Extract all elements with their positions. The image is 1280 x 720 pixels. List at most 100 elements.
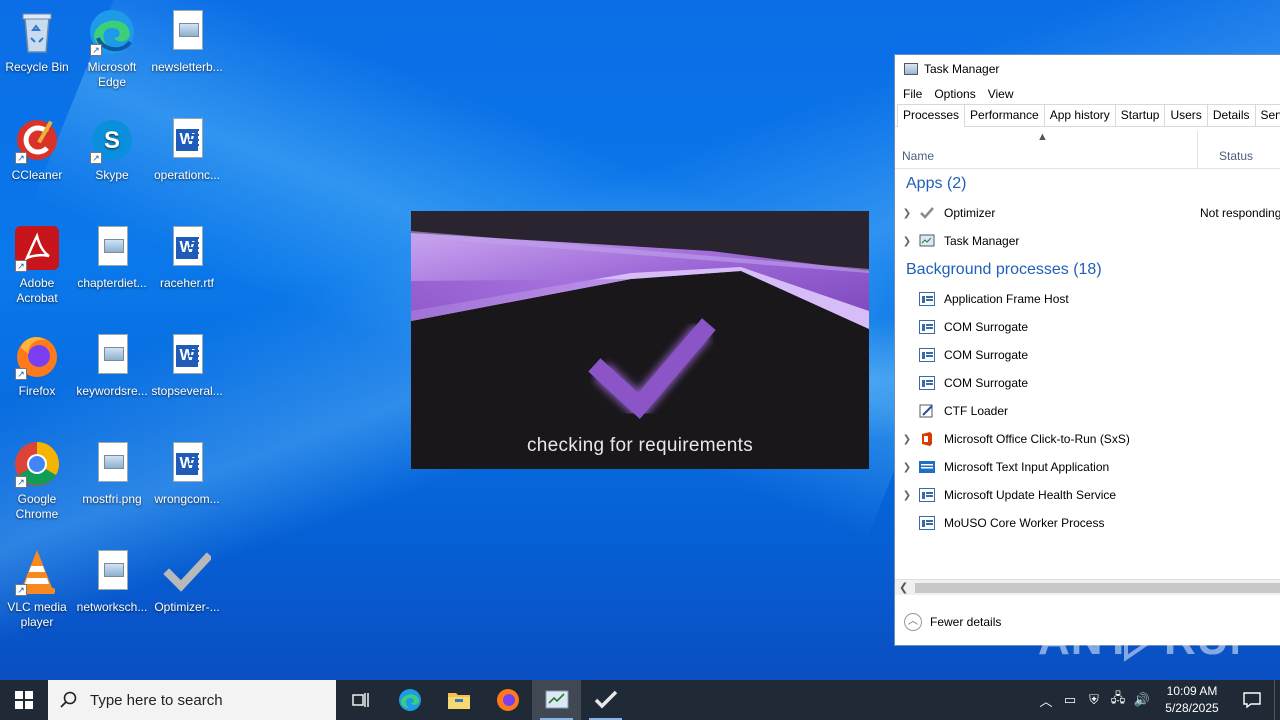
shortcut-arrow-icon: ↗	[15, 368, 27, 380]
desktop-icon-vlc[interactable]: ↗ VLC media player	[0, 548, 74, 630]
desktop-icon-mostfri[interactable]: mostfri.png	[75, 440, 149, 507]
task-view-button[interactable]	[336, 680, 385, 720]
scrollbar-thumb[interactable]	[915, 583, 1280, 593]
process-name: Task Manager	[944, 234, 1020, 248]
chrome-icon: ↗	[13, 440, 61, 488]
title-bar[interactable]: Task Manager	[895, 55, 1280, 83]
menu-options[interactable]: Options	[934, 87, 975, 101]
column-name[interactable]: Name	[902, 149, 934, 163]
icon-label: keywordsre...	[76, 384, 148, 398]
column-header: ▲ Name Status	[895, 127, 1280, 169]
menu-view[interactable]: View	[988, 87, 1014, 101]
desktop-icon-operationc[interactable]: W operationc...	[150, 116, 224, 183]
icon-label: Microsoft Edge	[87, 60, 137, 89]
security-icon[interactable]: ⛨	[1082, 692, 1106, 708]
desktop-icon-raceher[interactable]: W raceher.rtf	[150, 224, 224, 291]
process-row[interactable]: ❯ Task Manager	[895, 227, 1280, 255]
splash-status-text: checking for requirements	[526, 435, 754, 456]
desktop-icon-microsoft-edge[interactable]: ↗ Microsoft Edge	[75, 8, 149, 90]
desktop-icon-ccleaner[interactable]: ↗ CCleaner	[0, 116, 74, 183]
process-row[interactable]: ❯ Optimizer Not responding	[895, 199, 1280, 227]
show-desktop-button[interactable]	[1274, 680, 1280, 720]
desktop-icon-wrongcom[interactable]: W wrongcom...	[150, 440, 224, 507]
clock[interactable]: 10:09 AM 5/28/2025	[1154, 683, 1230, 717]
expand-chevron-icon[interactable]: ❯	[895, 208, 919, 219]
process-row[interactable]: COM Surrogate	[895, 341, 1280, 369]
taskbar-task-manager[interactable]	[532, 680, 581, 720]
shortcut-arrow-icon: ↗	[15, 152, 27, 164]
expand-chevron-icon[interactable]: ❯	[895, 434, 919, 445]
taskbar-firefox[interactable]	[483, 680, 532, 720]
desktop-icon-firefox[interactable]: ↗ Firefox	[0, 332, 74, 399]
menu-file[interactable]: File	[903, 87, 922, 101]
expand-chevron-icon[interactable]: ❯	[895, 462, 919, 473]
icon-label: Skype	[95, 168, 129, 182]
network-icon[interactable]: 🖧	[1106, 689, 1130, 711]
process-row[interactable]: Application Frame Host	[895, 285, 1280, 313]
desktop-icon-google-chrome[interactable]: ↗ Google Chrome	[0, 440, 74, 522]
process-row[interactable]: ❯ Microsoft Update Health Service	[895, 481, 1280, 509]
task-manager-icon	[919, 234, 935, 248]
icon-label: stopseveral...	[151, 384, 223, 398]
tab-performance[interactable]: Performance	[964, 104, 1045, 126]
desktop-icon-newsletterb[interactable]: newsletterb...	[150, 8, 224, 75]
desktop-icon-skype[interactable]: S ↗ Skype	[75, 116, 149, 183]
system-tray: ︿ ▭ ⛨ 🖧 🔊 10:09 AM 5/28/2025	[1034, 680, 1280, 720]
horizontal-scrollbar[interactable]: ❮	[895, 579, 1280, 595]
process-row[interactable]: MoUSO Core Worker Process	[895, 509, 1280, 537]
windows-logo-icon	[15, 691, 33, 709]
tab-services[interactable]: Servi	[1254, 104, 1280, 126]
skype-icon: S ↗	[88, 116, 136, 164]
desktop-icon-adobe-acrobat[interactable]: ↗ Adobe Acrobat	[0, 224, 74, 306]
column-divider[interactable]	[1197, 131, 1198, 168]
checkmark-icon	[919, 206, 935, 220]
tab-details[interactable]: Details	[1206, 104, 1256, 126]
taskbar-edge[interactable]	[385, 680, 434, 720]
scroll-left-icon[interactable]: ❮	[899, 581, 908, 594]
notification-button[interactable]	[1230, 692, 1274, 708]
start-button[interactable]	[0, 680, 48, 720]
volume-icon[interactable]: 🔊	[1130, 692, 1154, 708]
process-row[interactable]: CTF Loader	[895, 397, 1280, 425]
checkmark-icon	[594, 690, 617, 709]
desktop-icon-networksch[interactable]: networksch...	[75, 548, 149, 615]
desktop-icon-recycle-bin[interactable]: Recycle Bin	[0, 8, 74, 75]
task-view-icon	[351, 693, 369, 707]
splash-background-art	[411, 211, 869, 469]
recycle-bin-icon	[13, 8, 61, 56]
process-row[interactable]: ❯ Microsoft Office Click-to-Run (SxS)	[895, 425, 1280, 453]
window-process-icon	[919, 292, 935, 306]
process-row[interactable]: ❯ Microsoft Text Input Application	[895, 453, 1280, 481]
fewer-details-button[interactable]: ︿ Fewer details	[895, 607, 1001, 637]
menu-bar: File Options View	[895, 83, 1280, 105]
taskbar-file-explorer[interactable]	[434, 680, 483, 720]
clock-time: 10:09 AM	[1166, 684, 1218, 698]
svg-text:RUN: RUN	[1164, 615, 1238, 664]
tab-processes[interactable]: Processes	[897, 104, 966, 127]
svg-text:ANY: ANY	[1038, 615, 1134, 664]
desktop-icon-keywordsre[interactable]: keywordsre...	[75, 332, 149, 399]
tab-app-history[interactable]: App history	[1043, 104, 1116, 126]
icon-label: newsletterb...	[151, 60, 223, 74]
shortcut-arrow-icon: ↗	[15, 476, 27, 488]
process-row[interactable]: COM Surrogate	[895, 313, 1280, 341]
checkmark-icon	[163, 548, 213, 596]
chevron-up-icon[interactable]: ︿	[1034, 691, 1058, 710]
task-manager-window[interactable]: Task Manager File Options View Processes…	[894, 54, 1280, 646]
icon-label: raceher.rtf	[159, 276, 215, 290]
expand-chevron-icon[interactable]: ❯	[895, 490, 919, 501]
window-process-icon	[919, 488, 935, 502]
taskbar-optimizer[interactable]	[581, 680, 630, 720]
expand-chevron-icon[interactable]: ❯	[895, 236, 919, 247]
column-status[interactable]: Status	[1219, 149, 1253, 163]
tab-users[interactable]: Users	[1164, 104, 1208, 126]
desktop-icon-optimizer[interactable]: Optimizer-...	[150, 548, 224, 615]
tab-startup[interactable]: Startup	[1114, 104, 1166, 126]
shortcut-arrow-icon: ↗	[15, 584, 27, 596]
desktop-icon-stopseveral[interactable]: W stopseveral...	[150, 332, 224, 399]
text-input-icon	[919, 460, 935, 474]
desktop-icon-chapterdiet[interactable]: chapterdiet...	[75, 224, 149, 291]
taskbar-search-box[interactable]: Type here to search	[48, 680, 336, 720]
process-row[interactable]: COM Surrogate	[895, 369, 1280, 397]
tablet-icon[interactable]: ▭	[1058, 692, 1082, 708]
